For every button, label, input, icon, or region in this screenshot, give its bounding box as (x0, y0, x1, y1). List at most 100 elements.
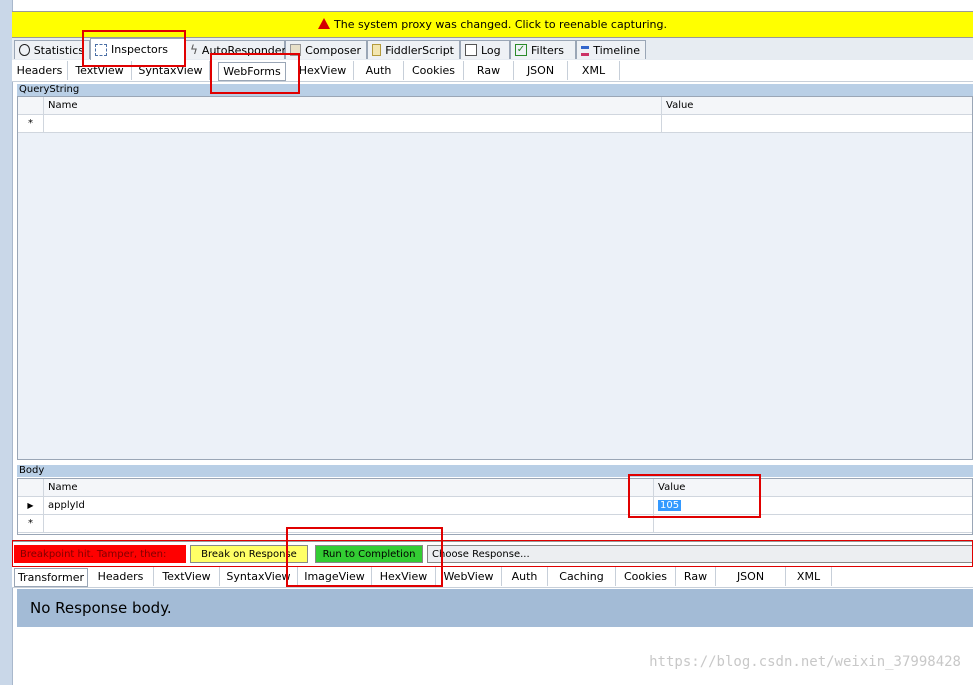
watermark: https://blog.csdn.net/weixin_37998428 (649, 654, 961, 670)
tab-label: TextView (162, 570, 211, 583)
resp-tab-imageview[interactable]: ImageView (298, 567, 372, 586)
body-grid[interactable]: Name Value ▶ applyId 105 * (17, 478, 973, 535)
resp-tab-transformer[interactable]: Transformer (14, 568, 88, 587)
resp-tab-auth[interactable]: Auth (502, 567, 548, 586)
body-new-row[interactable]: * (18, 515, 972, 533)
req-tab-textview[interactable]: TextView (68, 61, 132, 80)
querystring-label: QueryString (17, 84, 973, 96)
current-row-arrow-icon: ▶ (18, 497, 44, 514)
body-header-row: Name Value (18, 479, 972, 497)
resp-tab-hexview[interactable]: HexView (372, 567, 436, 586)
proxy-changed-banner[interactable]: The system proxy was changed. Click to r… (12, 11, 973, 38)
req-tab-auth[interactable]: Auth (354, 61, 404, 80)
req-tab-syntaxview[interactable]: SyntaxView (132, 61, 210, 80)
column-name-header[interactable]: Name (44, 479, 654, 496)
new-row-marker: * (18, 115, 44, 132)
tab-fiddlerscript[interactable]: FiddlerScript (367, 40, 460, 59)
response-inspector-tabs: Transformer Headers TextView SyntaxView … (12, 566, 973, 588)
column-name-header[interactable]: Name (44, 97, 662, 114)
querystring-grid[interactable]: Name Value * (17, 96, 973, 460)
new-value-cell[interactable] (662, 115, 972, 132)
tab-filters[interactable]: ✓ Filters (510, 40, 576, 59)
param-value-cell[interactable]: 105 (654, 497, 972, 514)
resp-tab-caching[interactable]: Caching (548, 567, 616, 586)
table-row[interactable]: ▶ applyId 105 (18, 497, 972, 515)
script-icon (372, 44, 382, 56)
tab-label: Cookies (623, 570, 668, 583)
tab-label: Cookies (411, 64, 456, 77)
row-header-cell (18, 479, 44, 496)
req-tab-webforms[interactable]: WebForms (218, 62, 286, 81)
param-name-cell[interactable]: applyId (44, 497, 654, 514)
run-to-completion-button[interactable]: Run to Completion (315, 545, 423, 563)
tab-label: Raw (476, 64, 501, 77)
tab-label: XML (796, 570, 821, 583)
no-response-body-text: No Response body. (30, 599, 172, 617)
tab-label: FiddlerScript (385, 43, 454, 57)
lightning-icon: ϟ (190, 43, 198, 57)
tab-label: Raw (683, 570, 708, 583)
tab-label: TextView (75, 64, 124, 77)
tab-composer[interactable]: Composer (285, 40, 367, 59)
breakpoint-status: Breakpoint hit. Tamper, then: (14, 545, 186, 563)
request-inspector-tabs: Headers TextView SyntaxView WebForms Hex… (12, 60, 973, 82)
choose-response-dropdown[interactable]: Choose Response... (427, 545, 973, 563)
req-tab-json[interactable]: JSON (514, 61, 568, 80)
resp-tab-syntaxview[interactable]: SyntaxView (220, 567, 298, 586)
tab-label: Auth (511, 570, 538, 583)
tab-label: XML (581, 64, 606, 77)
tab-label: SyntaxView (138, 64, 203, 77)
log-icon (465, 44, 477, 56)
tab-label: ImageView (304, 570, 365, 583)
resp-tab-json[interactable]: JSON (716, 567, 786, 586)
resp-tab-headers[interactable]: Headers (88, 567, 154, 586)
tab-label: Timeline (593, 43, 640, 57)
tab-label: Caching (559, 570, 604, 583)
new-row-marker: * (18, 515, 44, 532)
req-tab-xml[interactable]: XML (568, 61, 620, 80)
new-name-cell[interactable] (44, 115, 662, 132)
resp-tab-xml[interactable]: XML (786, 567, 832, 586)
selected-value-text[interactable]: 105 (658, 500, 682, 511)
stopwatch-icon (19, 44, 30, 56)
new-name-cell[interactable] (44, 515, 654, 532)
tab-autoresponder[interactable]: ϟ AutoResponder (185, 40, 286, 59)
tab-label: Transformer (17, 571, 84, 584)
column-value-header[interactable]: Value (654, 479, 972, 496)
response-body-panel: No Response body. (17, 589, 973, 627)
tab-label: HexView (298, 64, 347, 77)
tab-inspectors[interactable]: Inspectors (90, 38, 185, 60)
tab-label: Headers (16, 64, 63, 77)
checkbox-icon: ✓ (515, 44, 527, 56)
req-tab-headers[interactable]: Headers (12, 61, 68, 80)
tab-log[interactable]: Log (460, 40, 510, 59)
tab-label: WebView (443, 570, 494, 583)
tab-label: WebForms (223, 65, 281, 78)
column-value-header[interactable]: Value (662, 97, 972, 114)
tab-label: Filters (531, 43, 564, 57)
tab-statistics[interactable]: Statistics (14, 40, 90, 59)
resp-tab-webview[interactable]: WebView (436, 567, 502, 586)
req-tab-cookies[interactable]: Cookies (404, 61, 464, 80)
resp-tab-cookies[interactable]: Cookies (616, 567, 676, 586)
resp-tab-textview[interactable]: TextView (154, 567, 220, 586)
resp-tab-raw[interactable]: Raw (676, 567, 716, 586)
magnifier-icon (95, 43, 107, 56)
tab-label: Auth (365, 64, 392, 77)
warning-icon (318, 18, 330, 29)
tab-label: SyntaxView (226, 570, 291, 583)
tab-label: Statistics (33, 43, 84, 57)
main-tab-strip: Statistics Inspectors ϟ AutoResponder Co… (12, 38, 973, 60)
new-value-cell[interactable] (654, 515, 972, 532)
timeline-icon (581, 46, 590, 56)
break-on-response-button[interactable]: Break on Response (190, 545, 308, 563)
req-tab-raw[interactable]: Raw (464, 61, 514, 80)
breakpoint-bar: Breakpoint hit. Tamper, then: Break on R… (12, 541, 973, 568)
row-header-cell (18, 97, 44, 114)
tab-timeline[interactable]: Timeline (576, 40, 646, 59)
banner-text: The system proxy was changed. Click to r… (334, 18, 667, 31)
querystring-new-row[interactable]: * (18, 115, 972, 133)
tab-label: JSON (736, 570, 765, 583)
tab-label: Inspectors (111, 43, 169, 56)
req-tab-hexview[interactable]: HexView (292, 61, 354, 80)
